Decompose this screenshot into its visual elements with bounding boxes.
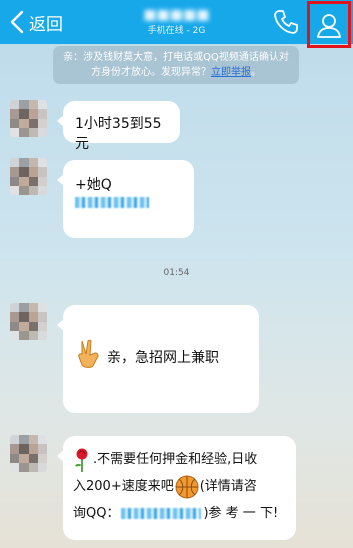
profile-button[interactable]: [307, 1, 351, 48]
avatar[interactable]: [10, 303, 47, 340]
report-link[interactable]: 立即举报: [211, 67, 251, 78]
avatar[interactable]: [10, 435, 47, 472]
message-text: 询QQ：: [73, 506, 120, 521]
basketball-icon: [175, 475, 199, 498]
redacted-qq-number: [121, 508, 202, 519]
rose-icon: [75, 448, 88, 472]
notice-end: 。: [251, 67, 261, 78]
message-line: 询QQ： )参 考 一 下!: [73, 500, 286, 527]
message-bubble[interactable]: 1小时35到55元: [57, 101, 180, 152]
message-line: 入200+速度来吧 (详情请咨: [73, 473, 286, 500]
message-bubble[interactable]: 亲，急招网上兼职: [57, 305, 259, 413]
message-text: .不需要任何押金和经验,日收: [93, 452, 258, 467]
call-button[interactable]: [272, 8, 300, 36]
phone-icon: [274, 10, 298, 34]
message-line: .不需要任何押金和经验,日收: [73, 446, 286, 473]
contact-name-redacted: ■■■■■: [143, 7, 210, 23]
message-bubble[interactable]: .不需要任何押金和经验,日收 入200+速度来吧 (详情请咨 询QQ： )参 考…: [57, 436, 296, 540]
message-text: (详情请咨: [199, 479, 257, 494]
security-notice: 亲：涉及钱财莫大意，打电话或QQ视频通话确认对方身份才放心。发现异常？立即举报。: [53, 46, 299, 84]
contact-status: 手机在线 - 2G: [147, 26, 206, 36]
avatar[interactable]: [10, 158, 47, 195]
message-text: +她Q: [75, 177, 112, 193]
redacted-qq-number: [75, 196, 149, 208]
message-bubble[interactable]: +她Q: [57, 160, 194, 238]
message-text: 入200+速度来吧: [73, 479, 174, 494]
back-button[interactable]: 返回: [8, 7, 63, 37]
message-text: 亲，急招网上兼职: [107, 350, 219, 366]
message-text: )参 考 一 下!: [203, 506, 279, 521]
avatar[interactable]: [10, 100, 47, 137]
back-label: 返回: [29, 14, 63, 35]
chat-header: 返回 ■■■■■ 手机在线 - 2G: [0, 0, 353, 48]
chat-title: ■■■■■ 手机在线 - 2G: [100, 4, 253, 37]
person-icon: [317, 13, 341, 38]
time-divider: 01:54: [163, 268, 190, 278]
chevron-left-icon: [10, 10, 24, 34]
victory-hand-icon: [78, 339, 99, 368]
